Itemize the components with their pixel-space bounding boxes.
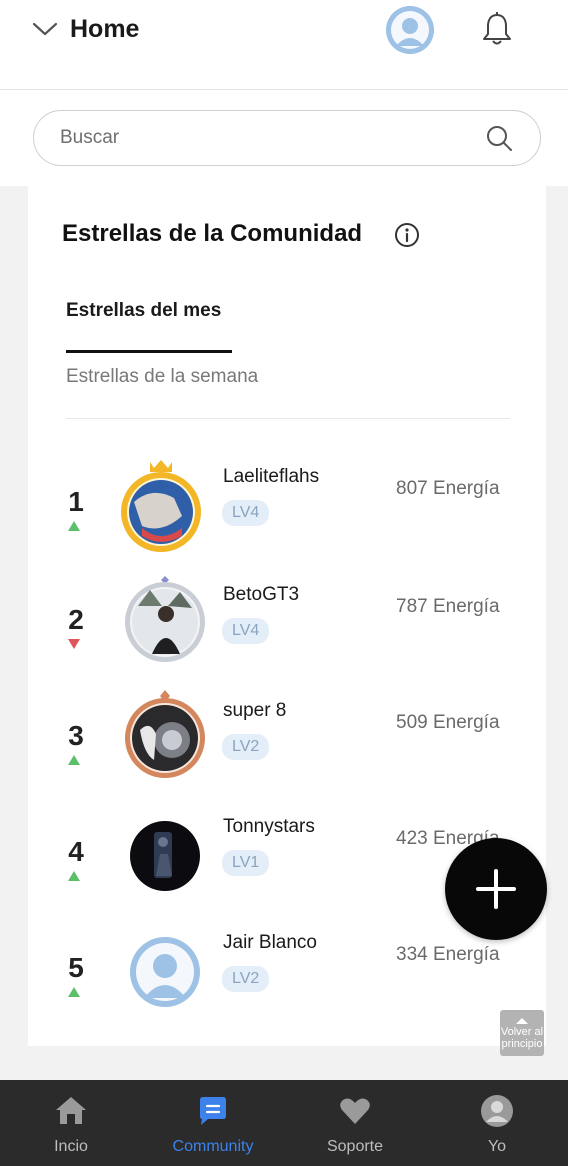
nav-item-support[interactable]: Soporte: [284, 1080, 426, 1166]
energy-points: 787 Energía: [396, 596, 500, 617]
nav-label: Yo: [487, 1138, 507, 1155]
username: Jair Blanco: [223, 932, 317, 953]
back-to-top-button[interactable]: Volver al principio: [500, 1010, 544, 1056]
chat-icon: [200, 1097, 226, 1125]
tab-stars-of-week[interactable]: Estrellas de la semana: [66, 366, 258, 388]
page-title: Home: [70, 14, 140, 43]
chevron-down-icon: [32, 22, 58, 36]
nav-item-community[interactable]: Community: [142, 1080, 284, 1166]
heart-icon: [340, 1098, 370, 1124]
active-tab-indicator: [66, 350, 232, 353]
energy-points: 807 Energía: [396, 478, 500, 499]
trend-down-icon: [68, 639, 80, 649]
home-icon: [56, 1097, 86, 1124]
level-badge: LV1: [222, 850, 270, 876]
level-badge: LV4: [222, 500, 270, 526]
arrow-up-icon: [516, 1018, 528, 1024]
bronze-badge-avatar[interactable]: [116, 690, 214, 788]
username: BetoGT3: [223, 584, 300, 605]
trend-up-icon: [68, 871, 80, 881]
user-avatar-icon: [386, 6, 434, 54]
nav-label: Community: [172, 1138, 254, 1155]
rank-number: 2: [68, 604, 84, 635]
tab-stars-of-month[interactable]: Estrellas del mes: [66, 300, 221, 322]
avatar[interactable]: [386, 6, 434, 54]
username: Laeliteflahs: [223, 466, 320, 487]
bottom-navigation: Incio Community Soporte Yo: [0, 1080, 568, 1166]
level-badge: LV4: [222, 618, 270, 644]
section-title: Estrellas de la Comunidad: [62, 220, 363, 247]
create-post-button[interactable]: [445, 838, 547, 940]
rank-number: 5: [68, 952, 84, 983]
info-icon[interactable]: [394, 222, 420, 248]
gold-badge-avatar[interactable]: [112, 456, 210, 554]
level-badge: LV2: [222, 966, 270, 992]
header: Home: [0, 0, 568, 90]
search-placeholder: Buscar: [60, 127, 120, 148]
search-icon[interactable]: [484, 123, 514, 153]
bell-icon[interactable]: [478, 10, 516, 48]
ranking-row[interactable]: 1 Laeliteflahs LV4 807 Energía: [28, 456, 546, 566]
trend-up-icon: [68, 987, 80, 997]
username: super 8: [223, 700, 287, 721]
ranking-row[interactable]: 2 BetoGT3 LV4 787 Energía: [28, 574, 546, 684]
username: Tonnystars: [223, 816, 315, 837]
trend-up-icon: [68, 755, 80, 765]
rank-number: 1: [68, 486, 84, 517]
energy-points: 334 Energía: [396, 944, 500, 965]
ranking-row[interactable]: 5 Jair Blanco LV2 334 Energía: [28, 922, 546, 1032]
user-avatar[interactable]: [116, 806, 214, 904]
profile-icon: [481, 1095, 513, 1127]
rank-number: 4: [68, 836, 84, 867]
trend-up-icon: [68, 521, 80, 531]
default-avatar[interactable]: [116, 922, 214, 1020]
search-input[interactable]: Buscar: [33, 110, 541, 166]
ranking-row[interactable]: 3 super 8 LV2 509 Energía: [28, 690, 546, 800]
energy-points: 509 Energía: [396, 712, 500, 733]
home-dropdown[interactable]: Home: [32, 12, 139, 46]
divider: [66, 418, 510, 419]
level-badge: LV2: [222, 734, 270, 760]
rank-number: 3: [68, 720, 84, 751]
nav-label: Soporte: [326, 1138, 384, 1155]
nav-item-profile[interactable]: Yo: [426, 1080, 568, 1166]
back-to-top-label: Volver al principio: [500, 1026, 544, 1050]
nav-item-home[interactable]: Incio: [0, 1080, 142, 1166]
silver-badge-avatar[interactable]: [116, 576, 214, 674]
nav-label: Incio: [54, 1138, 88, 1155]
plus-icon: [476, 869, 516, 909]
